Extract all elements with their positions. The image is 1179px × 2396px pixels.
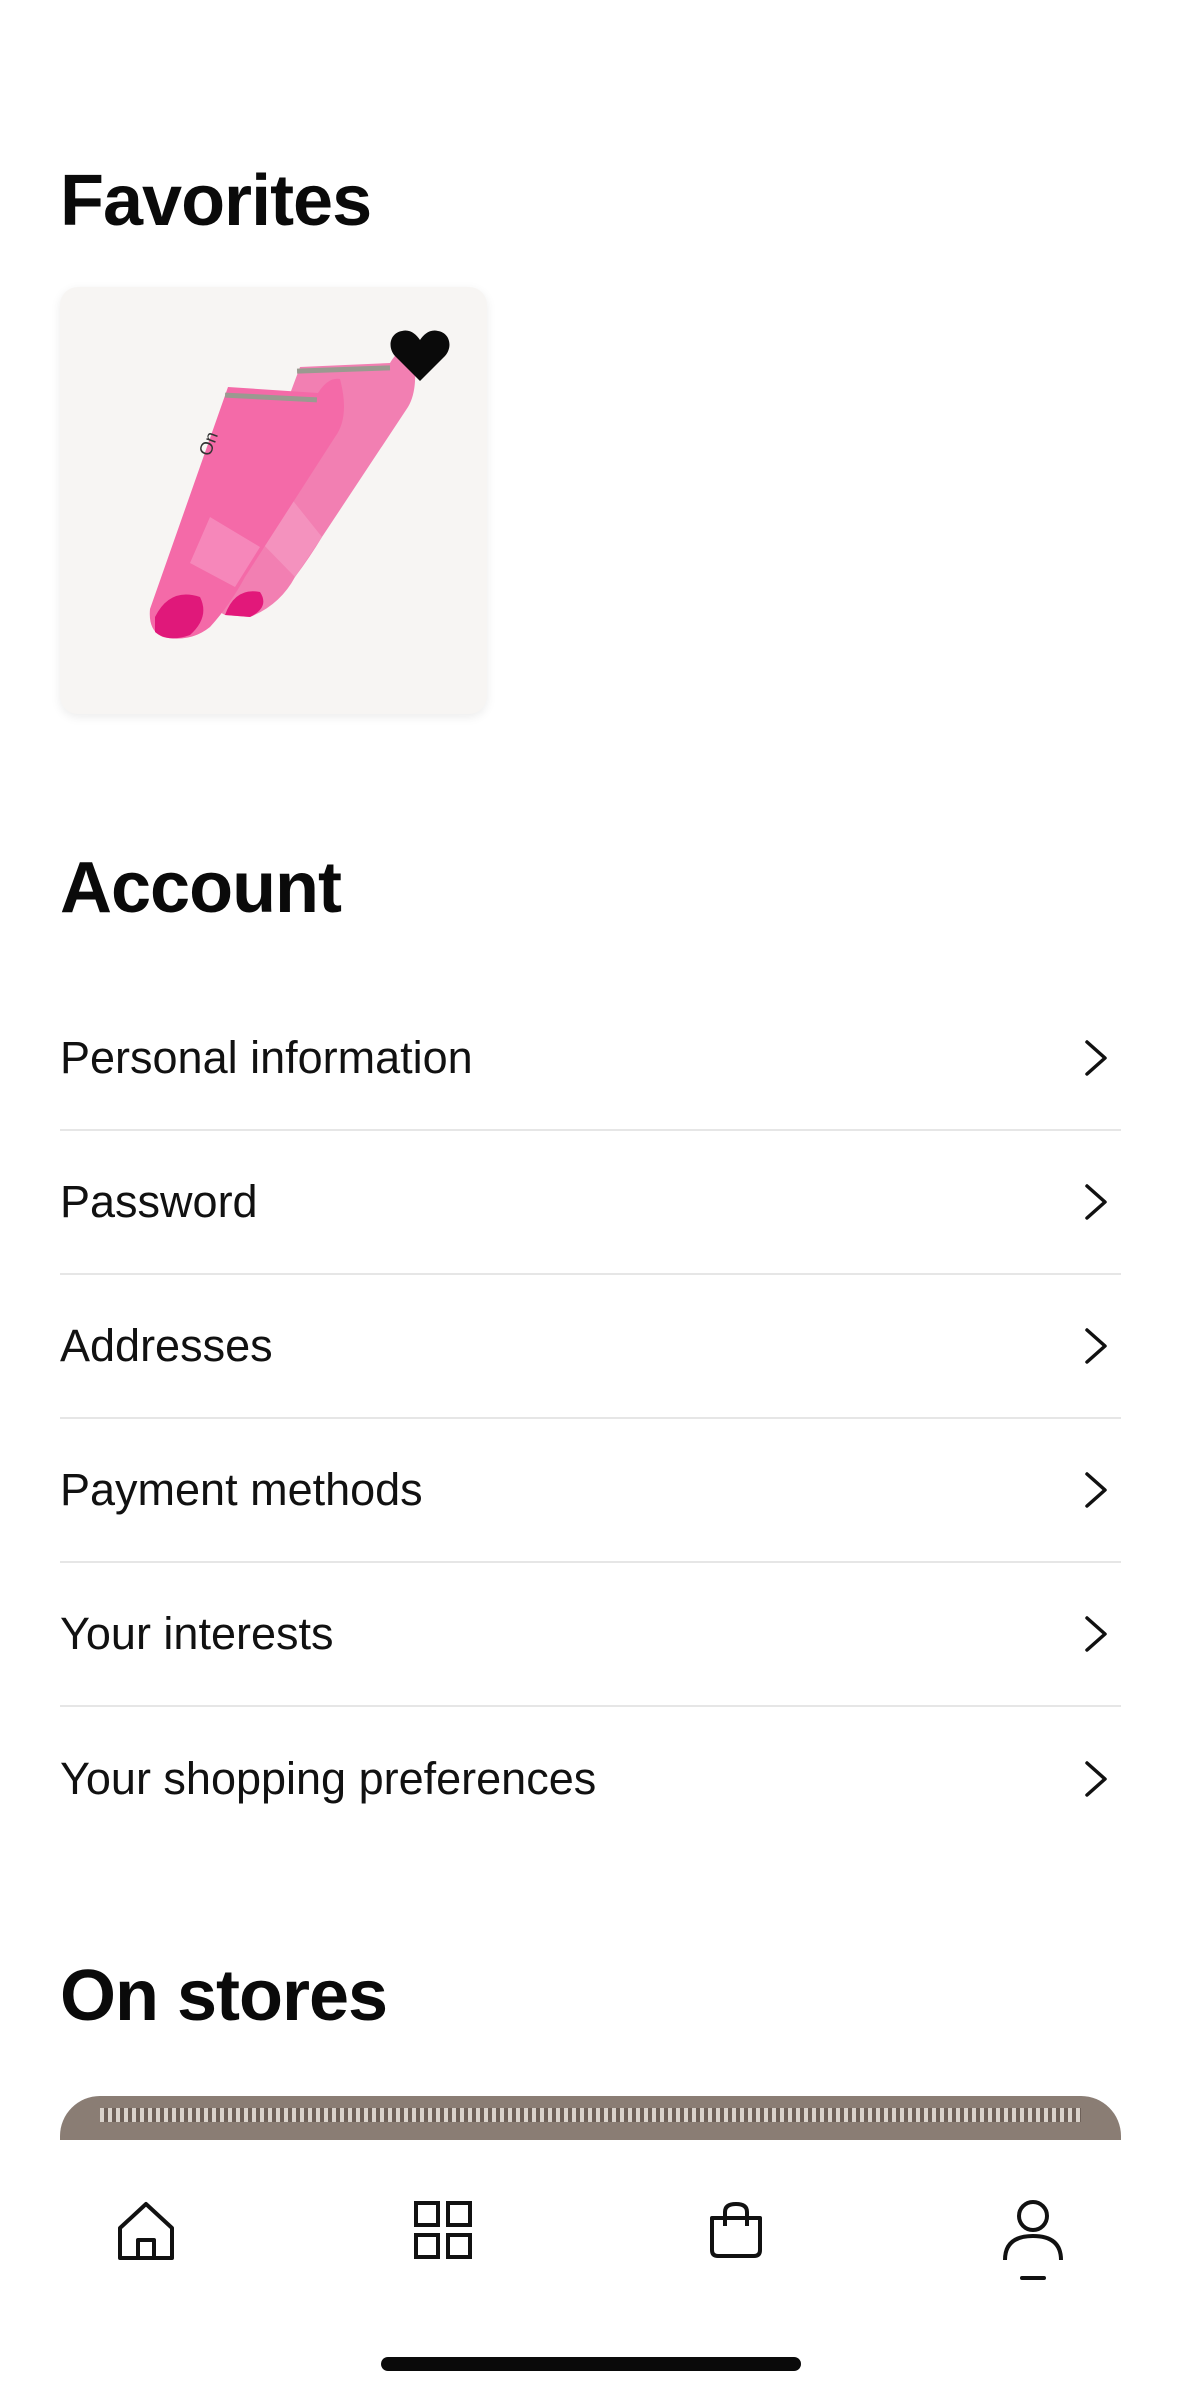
account-item-label: Payment methods [60,1464,423,1515]
account-item-addresses[interactable]: Addresses [60,1275,1121,1419]
account-item-personal-information[interactable]: Personal information [60,987,1121,1131]
chevron-right-icon [1085,1472,1107,1508]
account-item-payment-methods[interactable]: Payment methods [60,1419,1121,1563]
chevron-right-icon [1085,1616,1107,1652]
tab-account[interactable] [983,2180,1083,2280]
account-item-label: Your shopping preferences [60,1753,597,1804]
chevron-right-icon [1085,1328,1107,1364]
favorites-title: Favorites [60,161,372,241]
account-screen: Favorites On Account Personal informatio… [0,0,1179,2396]
home-indicator [381,2357,801,2371]
chevron-right-icon [1085,1040,1107,1076]
account-item-label: Password [60,1176,258,1227]
account-title: Account [60,848,342,928]
home-icon [118,2202,174,2260]
person-icon [1003,2200,1063,2261]
chevron-right-icon [1085,1184,1107,1220]
store-banner-image[interactable] [60,2096,1121,2140]
account-item-label: Personal information [60,1032,473,1083]
account-item-your-interests[interactable]: Your interests [60,1563,1121,1707]
account-item-label: Your interests [60,1608,334,1659]
chevron-right-icon [1085,1761,1107,1797]
tab-home[interactable] [96,2180,196,2280]
heart-filled-icon [390,330,450,381]
tab-browse[interactable] [393,2180,493,2280]
banner-decoration [100,2108,1081,2122]
tab-bag[interactable] [686,2180,786,2280]
account-item-label: Addresses [60,1320,273,1371]
account-menu: Personal information Password Addresses … [60,987,1121,1851]
active-tab-indicator [1020,2276,1046,2280]
favorite-toggle-button[interactable] [385,326,455,386]
grid-icon [414,2201,472,2259]
shopping-bag-icon [710,2201,762,2258]
on-stores-title: On stores [60,1956,388,2036]
account-item-password[interactable]: Password [60,1131,1121,1275]
account-item-shopping-preferences[interactable]: Your shopping preferences [60,1707,1121,1851]
